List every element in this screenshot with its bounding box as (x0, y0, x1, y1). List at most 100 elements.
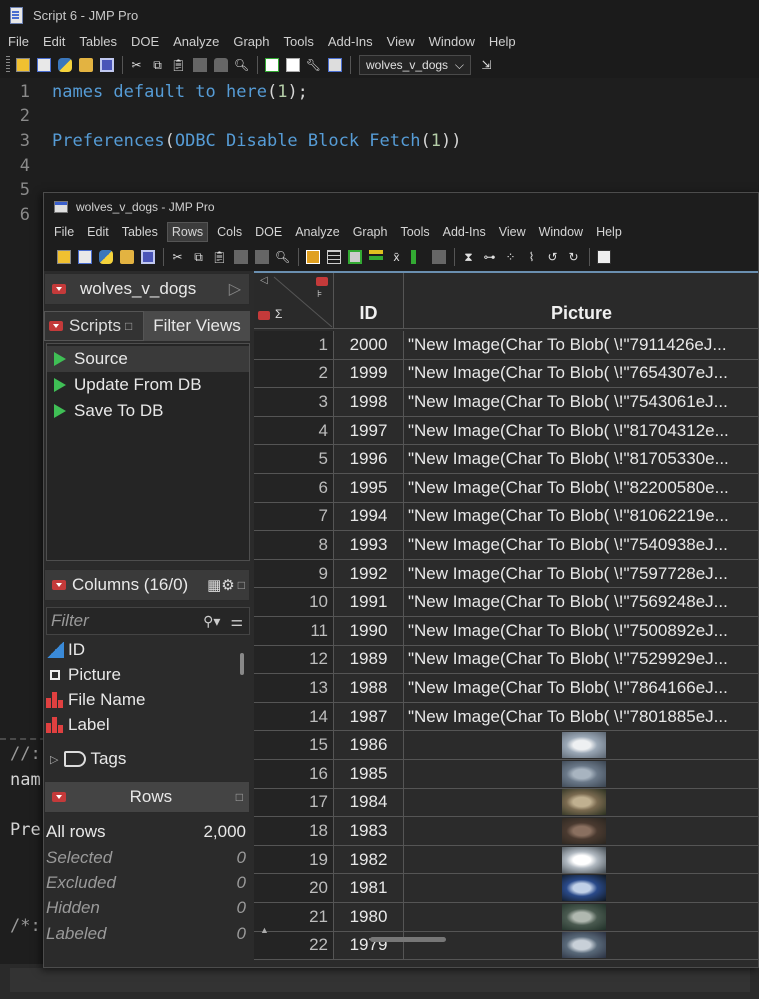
dt-menu-edit[interactable]: Edit (83, 223, 113, 241)
new-data-table-icon[interactable] (13, 56, 32, 74)
search-icon[interactable]: 🔍︎ (232, 56, 251, 74)
table-row[interactable]: 15 1986 (254, 731, 758, 760)
menu-window[interactable]: Window (429, 34, 475, 49)
columns-scrollbar[interactable] (240, 653, 244, 675)
row-number[interactable]: 18 (254, 817, 334, 846)
id-cell[interactable]: 1998 (334, 388, 404, 417)
menu-edit[interactable]: Edit (43, 34, 65, 49)
row-number[interactable]: 5 (254, 445, 334, 474)
picture-cell[interactable] (404, 731, 758, 760)
paste-special-icon[interactable] (231, 248, 250, 266)
column-item-label[interactable]: Label (46, 712, 110, 737)
open-folder-icon[interactable] (117, 248, 136, 266)
paste-icon[interactable]: 📋︎ (210, 248, 229, 266)
table-row[interactable]: 4 1997 "New Image(Char To Blob( \!"8170431… (254, 416, 758, 446)
picture-cell[interactable]: "New Image(Char To Blob( \!"81704312e... (404, 417, 758, 446)
row-number[interactable]: 17 (254, 788, 334, 818)
id-cell[interactable]: 1983 (334, 817, 404, 846)
red-triangle-menu-icon[interactable] (49, 321, 63, 331)
menu-analyze[interactable]: Analyze (173, 34, 219, 49)
row-number[interactable]: 22 (254, 931, 334, 961)
id-cell[interactable]: 1980 (334, 903, 404, 932)
picture-cell[interactable]: "New Image(Char To Blob( \!"7500892eJ... (404, 617, 758, 646)
row-number[interactable]: 4 (254, 416, 334, 446)
picture-cell[interactable]: "New Image(Char To Blob( \!"7540938eJ... (404, 531, 758, 560)
graph-builder-icon[interactable]: ⌇ (522, 248, 541, 266)
table-row[interactable]: 18 1983 (254, 817, 758, 846)
id-cell[interactable]: 1979 (334, 931, 404, 961)
python-icon[interactable] (55, 56, 74, 74)
id-cell[interactable]: 1991 (334, 588, 404, 617)
horizontal-scrollbar[interactable] (370, 937, 446, 942)
id-cell[interactable]: 1982 (334, 845, 404, 875)
new-script-icon[interactable] (75, 248, 94, 266)
run-script-icon[interactable] (54, 378, 66, 392)
menu-file[interactable]: File (8, 34, 29, 49)
picture-cell[interactable] (404, 932, 758, 961)
picture-cell[interactable]: "New Image(Char To Blob( \!"7529929eJ... (404, 646, 758, 675)
dt-menu-tools[interactable]: Tools (396, 223, 433, 241)
table-row[interactable]: 10 1991 "New Image(Char To Blob( \!"756924… (254, 588, 758, 617)
animal-photo-thumbnail[interactable] (561, 932, 606, 959)
table-row[interactable]: 9 1992 "New Image(Char To Blob( \!"7597728… (254, 559, 758, 589)
id-cell[interactable]: 1997 (334, 416, 404, 446)
current-table-dropdown[interactable]: wolves_v_dogs ⌵ (359, 55, 471, 75)
row-number[interactable]: 13 (254, 674, 334, 703)
picture-cell[interactable]: "New Image(Char To Blob( \!"7654307eJ... (404, 360, 758, 389)
row-number[interactable]: 11 (254, 617, 334, 646)
id-cell[interactable]: 1989 (334, 645, 404, 675)
animal-photo-thumbnail[interactable] (561, 903, 606, 930)
id-cell[interactable]: 2000 (334, 331, 404, 360)
table-row[interactable]: 22 1979 (254, 931, 758, 961)
menu-tools[interactable]: Tools (284, 34, 314, 49)
animal-photo-thumbnail[interactable] (561, 875, 606, 902)
id-cell[interactable]: 1994 (334, 502, 404, 532)
row-number[interactable]: 16 (254, 760, 334, 789)
row-number[interactable]: 6 (254, 474, 334, 503)
id-cell[interactable]: 1999 (334, 359, 404, 389)
picture-cell[interactable]: "New Image(Char To Blob( \!"7569248eJ... (404, 588, 758, 617)
picture-cell[interactable]: "New Image(Char To Blob( \!"7543061eJ... (404, 388, 758, 417)
table-row[interactable]: 2 1999 "New Image(Char To Blob( \!"7654307… (254, 359, 758, 389)
column-item-file-name[interactable]: File Name (46, 687, 145, 712)
dt-menu-addins[interactable]: Add-Ins (439, 223, 490, 241)
menu-addins[interactable]: Add-Ins (328, 34, 373, 49)
script-item-source[interactable]: Source (47, 346, 249, 372)
animal-photo-thumbnail[interactable] (561, 817, 606, 844)
dt-menu-rows[interactable]: Rows (166, 222, 209, 242)
dt-menu-graph[interactable]: Graph (349, 223, 392, 241)
table-row[interactable]: 19 1982 (254, 845, 758, 875)
save-icon[interactable] (138, 248, 157, 266)
log-icon[interactable] (325, 56, 344, 74)
picture-cell[interactable]: "New Image(Char To Blob( \!"81062219e... (404, 503, 758, 532)
redo-icon[interactable]: ↻ (564, 248, 583, 266)
close-box-icon[interactable]: □ (125, 319, 132, 333)
table-row[interactable]: 12 1989 "New Image(Char To Blob( \!"752992… (254, 645, 758, 675)
menu-doe[interactable]: DOE (131, 34, 159, 49)
script-item-update-from-db[interactable]: Update From DB (47, 372, 249, 398)
sort-icon[interactable] (366, 248, 385, 266)
row-number[interactable]: 14 (254, 702, 334, 732)
paste-icon[interactable]: 📋︎ (169, 56, 188, 74)
dashboard-icon[interactable] (594, 248, 613, 266)
scatter-icon[interactable]: ⁘ (501, 248, 520, 266)
id-cell[interactable]: 1987 (334, 702, 404, 732)
picture-cell[interactable]: "New Image(Char To Blob( \!"7911426eJ... (404, 331, 758, 360)
table-row[interactable]: 5 1996 "New Image(Char To Blob( \!"8170533… (254, 445, 758, 474)
paste-special-icon[interactable] (190, 56, 209, 74)
rows-header[interactable]: Rows □ (44, 781, 250, 813)
summary-icon[interactable] (345, 248, 364, 266)
fit-y-by-x-icon[interactable]: ⊶ (480, 248, 499, 266)
picture-cell[interactable]: "New Image(Char To Blob( \!"7864166eJ... (404, 674, 758, 703)
table-row[interactable]: 17 1984 (254, 788, 758, 818)
columns-filter-input[interactable]: Filter ⚲▾ ⚌ (46, 607, 250, 635)
disclosure-icon[interactable]: ▷ (50, 753, 58, 766)
run-script-icon[interactable] (54, 352, 66, 366)
new-script-icon[interactable] (34, 56, 53, 74)
id-cell[interactable]: 1985 (334, 760, 404, 789)
picture-cell[interactable]: "New Image(Char To Blob( \!"7597728eJ... (404, 560, 758, 589)
table-row[interactable]: 16 1985 (254, 760, 758, 789)
row-number[interactable]: 9 (254, 559, 334, 589)
dt-menu-help[interactable]: Help (592, 223, 626, 241)
corner-cell[interactable]: ◁ ⊧ Σ (254, 273, 334, 329)
